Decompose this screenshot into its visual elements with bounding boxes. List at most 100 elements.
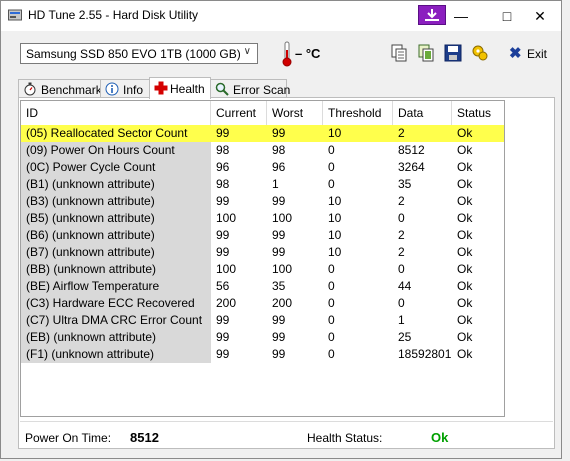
- tab-info[interactable]: Info: [100, 79, 150, 98]
- power-on-time-label: Power On Time:: [25, 431, 112, 445]
- column-header-worst[interactable]: Worst: [267, 101, 323, 125]
- cell-id: (BB) (unknown attribute): [21, 261, 211, 278]
- table-row[interactable]: (B6) (unknown attribute) 99 99 10 2 Ok: [21, 227, 504, 244]
- cell-current: 99: [216, 313, 230, 327]
- table-row[interactable]: (B1) (unknown attribute) 98 1 0 35 Ok: [21, 176, 504, 193]
- cell-threshold: 10: [328, 194, 342, 208]
- exit-button[interactable]: ✖ Exit: [501, 43, 549, 65]
- tab-benchmark[interactable]: Benchmark: [18, 79, 102, 98]
- table-row[interactable]: (BB) (unknown attribute) 100 100 0 0 Ok: [21, 261, 504, 278]
- cell-id: (B5) (unknown attribute): [21, 210, 211, 227]
- exit-icon: ✖: [509, 45, 522, 62]
- cell-threshold: 0: [328, 160, 335, 174]
- cell-threshold: 10: [328, 245, 342, 259]
- cell-current: 98: [216, 143, 230, 157]
- footer-divider: [20, 421, 553, 422]
- title-bar: HD Tune 2.55 - Hard Disk Utility — □ ✕: [1, 1, 561, 31]
- cell-data: 0: [398, 211, 405, 225]
- cell-status: Ok: [457, 211, 473, 225]
- cell-data: 2: [398, 126, 405, 140]
- table-body: (05) Reallocated Sector Count 99 99 10 2 Ok (0…: [21, 125, 504, 363]
- table-row[interactable]: (0C) Power Cycle Count 96 96 0 3264 Ok: [21, 159, 504, 176]
- cell-id: (05) Reallocated Sector Count: [21, 125, 211, 142]
- cell-status: Ok: [457, 143, 473, 157]
- cell-data: 18592801: [398, 347, 452, 361]
- cell-data: 25: [398, 330, 412, 344]
- cell-worst: 100: [272, 262, 293, 276]
- info-icon: [105, 82, 119, 96]
- tab-health[interactable]: Health: [149, 77, 211, 99]
- cell-status: Ok: [457, 347, 473, 361]
- cell-worst: 100: [272, 211, 293, 225]
- table-row[interactable]: (C7) Ultra DMA CRC Error Count 99 99 0 1 Ok: [21, 312, 504, 329]
- table-row[interactable]: (B7) (unknown attribute) 99 99 10 2 Ok: [21, 244, 504, 261]
- cell-status: Ok: [457, 194, 473, 208]
- table-row[interactable]: (09) Power On Hours Count 98 98 0 8512 Ok: [21, 142, 504, 159]
- column-header-threshold[interactable]: Threshold: [323, 101, 393, 125]
- close-button[interactable]: ✕: [517, 1, 563, 31]
- table-row[interactable]: (F1) (unknown attribute) 99 99 0 18592801 Ok: [21, 346, 504, 363]
- exit-label: Exit: [527, 47, 548, 61]
- options-icon[interactable]: [471, 44, 489, 62]
- drive-select-value: Samsung SSD 850 EVO 1TB (1000 GB): [26, 47, 241, 61]
- cell-id: (B3) (unknown attribute): [21, 193, 211, 210]
- power-on-time-value: 8512: [130, 430, 159, 445]
- cell-worst: 99: [272, 245, 286, 259]
- tab-error-scan[interactable]: Error Scan: [210, 79, 291, 98]
- save-icon[interactable]: [444, 44, 462, 62]
- cell-threshold: 0: [328, 296, 335, 310]
- cell-worst: 99: [272, 194, 286, 208]
- minimize-button[interactable]: —: [438, 1, 484, 31]
- cell-threshold: 10: [328, 211, 342, 225]
- tab-label: Benchmark: [41, 83, 102, 97]
- table-row[interactable]: (05) Reallocated Sector Count 99 99 10 2 Ok: [21, 125, 504, 142]
- red-cross-icon: [154, 81, 168, 95]
- table-row[interactable]: (B5) (unknown attribute) 100 100 10 0 Ok: [21, 210, 504, 227]
- drive-select[interactable]: Samsung SSD 850 EVO 1TB (1000 GB) ∨: [20, 43, 258, 64]
- cell-status: Ok: [457, 228, 473, 242]
- column-header-id[interactable]: ID: [21, 101, 211, 125]
- magnifier-icon: [215, 82, 229, 96]
- column-header-data[interactable]: Data: [393, 101, 452, 125]
- stopwatch-icon: [24, 82, 36, 96]
- cell-current: 99: [216, 330, 230, 344]
- cell-id: (09) Power On Hours Count: [21, 142, 211, 159]
- cell-id: (0C) Power Cycle Count: [21, 159, 211, 176]
- cell-threshold: 0: [328, 177, 335, 191]
- app-window: HD Tune 2.55 - Hard Disk Utility — □ ✕ S…: [0, 0, 562, 459]
- column-header-status[interactable]: Status: [452, 101, 504, 125]
- cell-data: 3264: [398, 160, 425, 174]
- cell-data: 2: [398, 194, 405, 208]
- cell-threshold: 0: [328, 143, 335, 157]
- cell-id: (C7) Ultra DMA CRC Error Count: [21, 312, 211, 329]
- cell-worst: 96: [272, 160, 286, 174]
- table-row[interactable]: (EB) (unknown attribute) 99 99 0 25 Ok: [21, 329, 504, 346]
- copy-icon[interactable]: [390, 44, 408, 62]
- cell-status: Ok: [457, 330, 473, 344]
- table-row[interactable]: (BE) Airflow Temperature 56 35 0 44 Ok: [21, 278, 504, 295]
- column-header-current[interactable]: Current: [211, 101, 267, 125]
- cell-status: Ok: [457, 160, 473, 174]
- cell-id: (B6) (unknown attribute): [21, 227, 211, 244]
- cell-threshold: 10: [328, 126, 342, 140]
- cell-current: 100: [216, 262, 237, 276]
- cell-worst: 99: [272, 228, 286, 242]
- smart-attribute-table[interactable]: ID Current Worst Threshold Data Status (…: [20, 100, 505, 417]
- cell-worst: 99: [272, 126, 286, 140]
- cell-worst: 98: [272, 143, 286, 157]
- cell-data: 44: [398, 279, 412, 293]
- cell-current: 99: [216, 245, 230, 259]
- copy-all-icon[interactable]: [417, 44, 435, 62]
- thermometer-icon: [282, 41, 292, 67]
- tab-label: Error Scan: [233, 83, 291, 97]
- cell-id: (F1) (unknown attribute): [21, 346, 211, 363]
- table-row[interactable]: (C3) Hardware ECC Recovered 200 200 0 0 Ok: [21, 295, 504, 312]
- cell-worst: 99: [272, 313, 286, 327]
- cell-current: 98: [216, 177, 230, 191]
- health-status-value: Ok: [431, 430, 449, 445]
- cell-current: 96: [216, 160, 230, 174]
- table-row[interactable]: (B3) (unknown attribute) 99 99 10 2 Ok: [21, 193, 504, 210]
- cell-data: 2: [398, 245, 405, 259]
- cell-status: Ok: [457, 296, 473, 310]
- app-icon: [8, 9, 22, 21]
